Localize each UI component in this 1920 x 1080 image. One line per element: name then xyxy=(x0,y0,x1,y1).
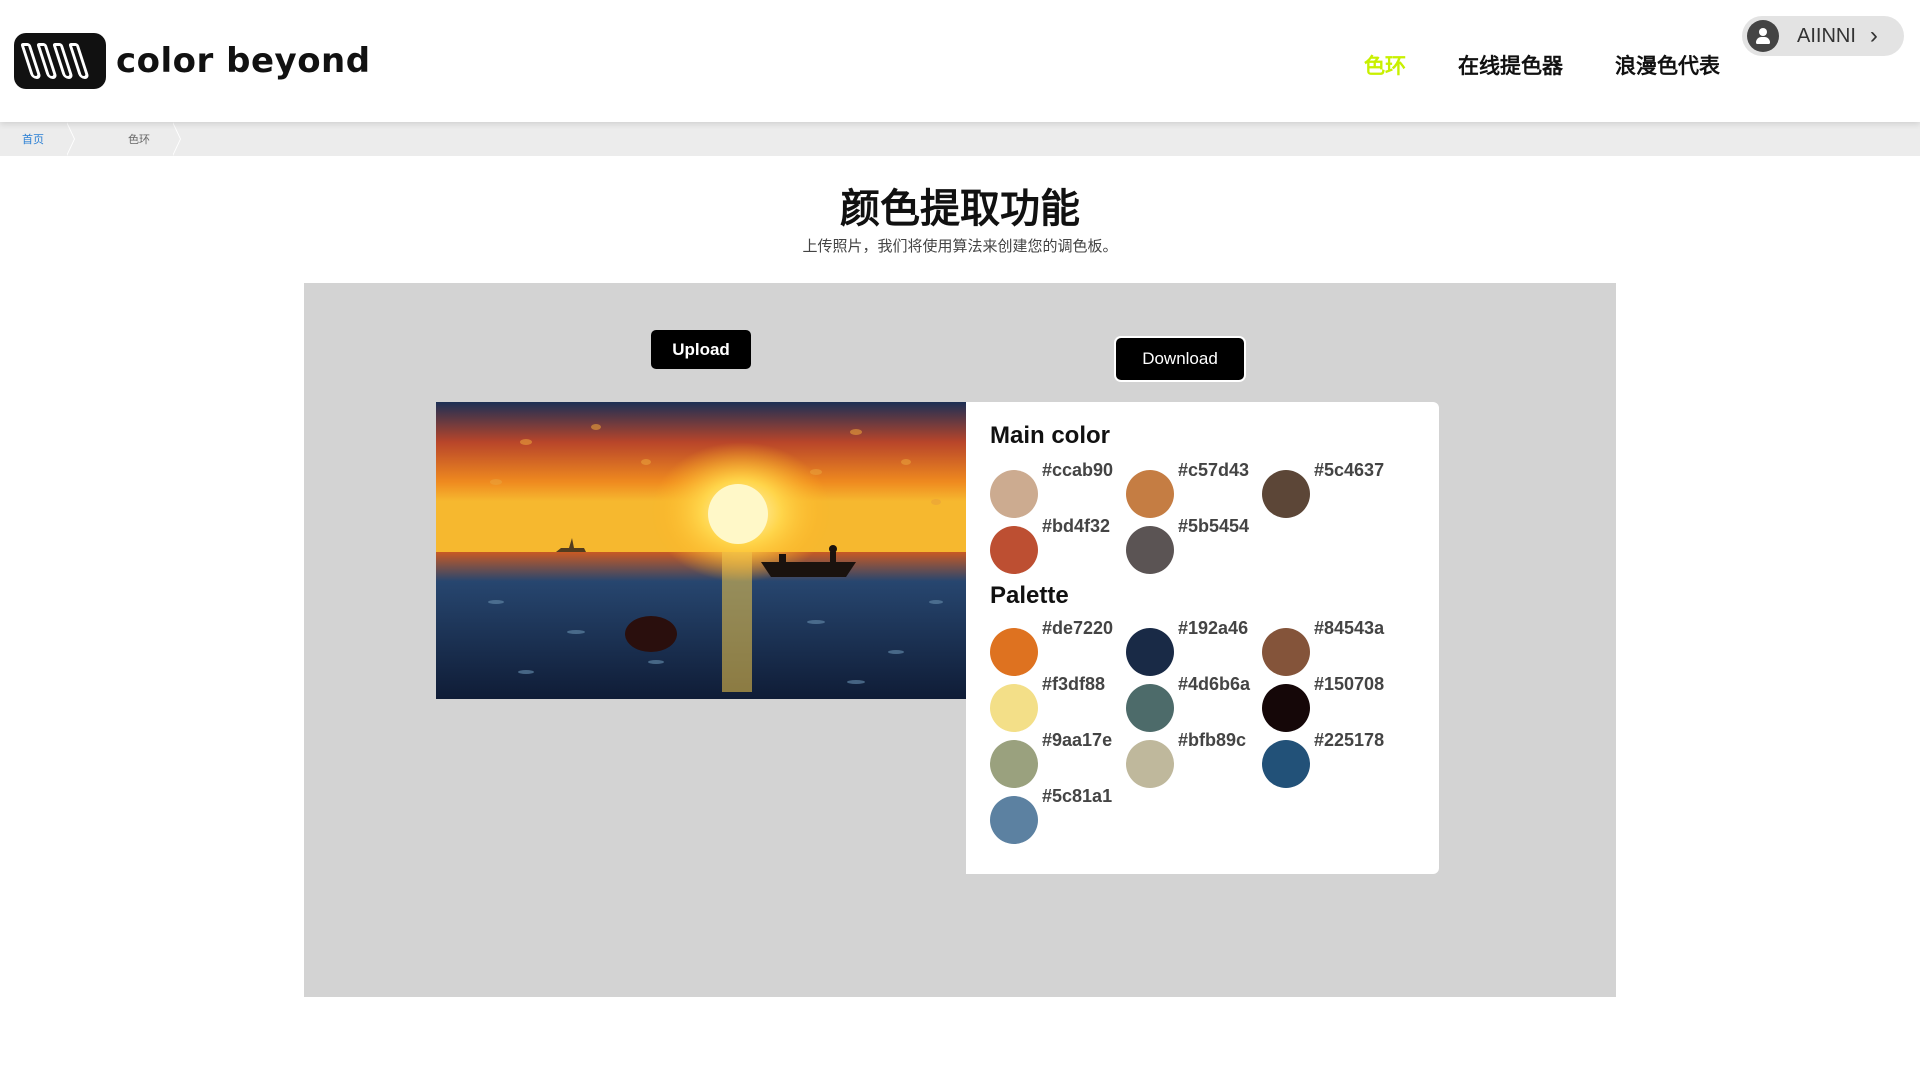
main-color-swatch[interactable]: #5b5454 xyxy=(1126,516,1262,574)
palette-swatch[interactable]: #f3df88 xyxy=(990,674,1126,732)
color-hex: #ccab90 xyxy=(1042,460,1114,480)
palette-grid: #de7220 #192a46 #84543a #f3df88 #4d6b6a … xyxy=(990,618,1415,844)
color-dot xyxy=(1126,526,1174,574)
palette-swatch[interactable]: #5c81a1 xyxy=(990,786,1126,844)
palette-swatch[interactable]: #de7220 xyxy=(990,618,1126,676)
color-hex: #225178 xyxy=(1314,730,1385,750)
nav-item-color-wheel[interactable]: 色环 xyxy=(1364,50,1406,80)
color-hex: #4d6b6a xyxy=(1178,674,1251,694)
color-dot xyxy=(1126,740,1174,788)
color-hex: #c57d43 xyxy=(1178,460,1250,480)
color-dot xyxy=(1262,628,1310,676)
palette-swatch[interactable]: #4d6b6a xyxy=(1126,674,1262,732)
main-nav: 色环 在线提色器 浪漫色代表 xyxy=(1364,50,1720,80)
color-hex: #f3df88 xyxy=(1042,674,1106,694)
main-color-swatch[interactable]: #c57d43 xyxy=(1126,460,1262,518)
extraction-workspace: Upload Download Main color #ccab90 #c57d… xyxy=(304,283,1616,997)
color-dot xyxy=(1262,740,1310,788)
user-name: AIINNI xyxy=(1797,24,1856,47)
palette-swatch[interactable]: #225178 xyxy=(1262,730,1398,788)
main-color-swatch[interactable]: #ccab90 xyxy=(990,460,1126,518)
color-hex: #5c81a1 xyxy=(1042,786,1113,806)
main-color-swatch[interactable]: #5c4637 xyxy=(1262,460,1398,518)
upload-button[interactable]: Upload xyxy=(651,330,751,369)
logo[interactable]: color beyond xyxy=(14,33,371,89)
main-color-title: Main color xyxy=(990,422,1111,449)
breadcrumb-home[interactable]: 首页 xyxy=(0,122,75,156)
color-hex: #150708 xyxy=(1314,674,1385,694)
chevron-right-icon: › xyxy=(1869,22,1878,49)
color-dot xyxy=(1262,470,1310,518)
color-dot xyxy=(990,470,1038,518)
color-hex: #5c4637 xyxy=(1314,460,1385,480)
user-menu-button[interactable]: AIINNI › xyxy=(1742,16,1904,56)
color-hex: #bd4f32 xyxy=(1042,516,1111,536)
color-dot xyxy=(1262,684,1310,732)
page-subtitle: 上传照片，我们将使用算法来创建您的调色板。 xyxy=(802,238,1118,255)
color-hex: #192a46 xyxy=(1178,618,1249,638)
user-avatar-icon xyxy=(1747,20,1779,52)
color-hex: #5b5454 xyxy=(1178,516,1250,536)
nav-item-color-picker[interactable]: 在线提色器 xyxy=(1458,50,1563,80)
color-dot xyxy=(990,684,1038,732)
palette-swatch[interactable]: #192a46 xyxy=(1126,618,1262,676)
palette-title: Palette xyxy=(990,582,1069,609)
color-results-panel: Main color #ccab90 #c57d43 #5c4637 #bd4f… xyxy=(966,402,1439,874)
main-color-grid: #ccab90 #c57d43 #5c4637 #bd4f32 #5b5454 xyxy=(990,460,1415,574)
page-title: 颜色提取功能 xyxy=(840,187,1080,231)
brand-name: color beyond xyxy=(116,41,371,81)
color-hex: #de7220 xyxy=(1042,618,1114,638)
color-hex: #bfb89c xyxy=(1178,730,1247,750)
palette-swatch[interactable]: #150708 xyxy=(1262,674,1398,732)
site-header: color beyond 色环 在线提色器 浪漫色代表 AIINNI › xyxy=(0,0,1920,122)
palette-swatch[interactable]: #9aa17e xyxy=(990,730,1126,788)
color-dot xyxy=(990,740,1038,788)
download-button[interactable]: Download xyxy=(1116,338,1244,380)
palette-swatch[interactable]: #84543a xyxy=(1262,618,1398,676)
color-dot xyxy=(990,526,1038,574)
color-dot xyxy=(990,628,1038,676)
palette-swatch[interactable]: #bfb89c xyxy=(1126,730,1262,788)
color-dot xyxy=(1126,470,1174,518)
main-color-swatch[interactable]: #bd4f32 xyxy=(990,516,1126,574)
color-dot xyxy=(1126,628,1174,676)
logo-mark-icon xyxy=(14,33,106,89)
color-dot xyxy=(1126,684,1174,732)
breadcrumb-current: 色环 xyxy=(106,122,181,156)
uploaded-image xyxy=(436,402,966,699)
nav-item-romantic-colors[interactable]: 浪漫色代表 xyxy=(1615,50,1720,80)
breadcrumb: 首页 色环 xyxy=(0,122,1920,156)
color-dot xyxy=(990,796,1038,844)
color-hex: #84543a xyxy=(1314,618,1385,638)
color-hex: #9aa17e xyxy=(1042,730,1113,750)
